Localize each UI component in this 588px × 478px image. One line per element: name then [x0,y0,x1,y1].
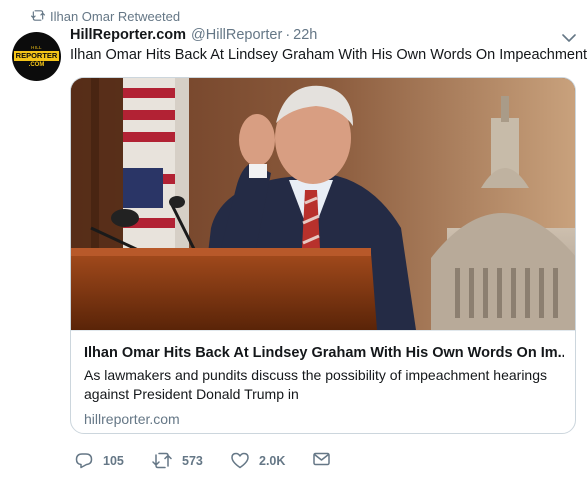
retweet-icon [31,10,45,21]
retweet-button[interactable]: 573 [152,452,203,469]
card-image[interactable] [71,78,575,330]
direct-message-icon [313,452,330,466]
like-button[interactable]: 2.0K [231,452,285,469]
retweet-context[interactable]: Ilhan Omar Retweeted [31,8,181,24]
author-handle[interactable]: @HillReporter [191,27,282,43]
card-domain: hillreporter.com [84,411,180,427]
reply-button[interactable]: 105 [75,452,124,469]
card-photo [71,78,575,330]
retweet-icon [152,452,172,469]
retweet-count: 573 [182,453,203,468]
reply-icon [75,453,93,469]
avatar-logo-line2: REPORTER [13,51,60,61]
tweet-text: Ilhan Omar Hits Back At Lindsey Graham W… [70,47,588,63]
separator-dot: · [285,27,291,43]
retweet-context-text: Ilhan Omar Retweeted [50,8,181,24]
tweet-header: HillReporter.com @HillReporter · 22h [70,27,317,47]
like-icon [231,452,249,469]
avatar-logo-line1: HILL [31,44,42,50]
like-count: 2.0K [259,453,286,468]
card-title: Ilhan Omar Hits Back At Lindsey Graham W… [84,345,564,361]
avatar-logo-line3: .COM [28,61,45,68]
avatar[interactable]: HILL REPORTER .COM [12,32,61,81]
direct-message-button[interactable] [313,452,330,466]
author-name[interactable]: HillReporter.com [70,27,186,43]
link-card[interactable]: Ilhan Omar Hits Back At Lindsey Graham W… [70,77,576,434]
tweet-timestamp[interactable]: 22h [293,27,317,43]
card-description: As lawmakers and pundits discuss the pos… [84,367,548,402]
reply-count: 105 [103,453,124,468]
card-body[interactable]: Ilhan Omar Hits Back At Lindsey Graham W… [71,330,575,433]
caret-down-icon[interactable] [562,33,576,43]
